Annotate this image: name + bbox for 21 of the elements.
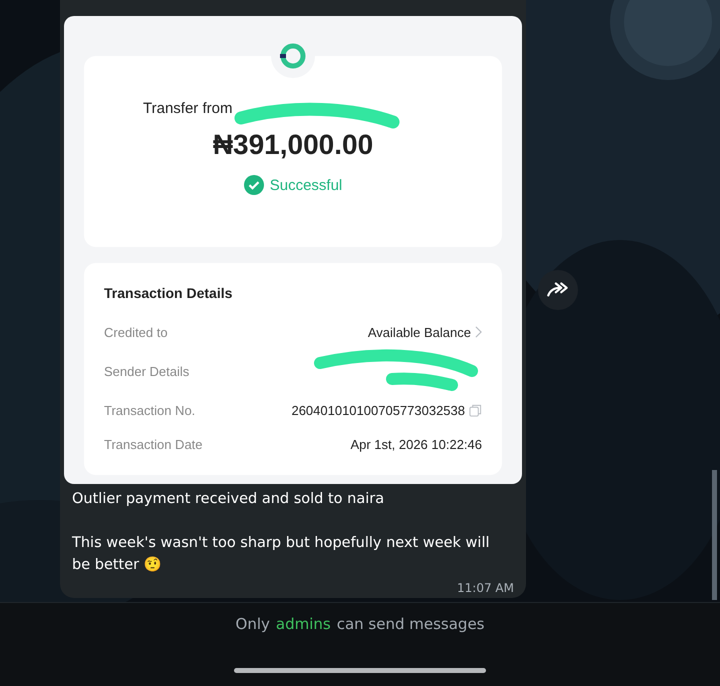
message-text: This week's wasn't too sharp but hopefully next week will be better 🤨 [72,534,490,575]
status-text: Successful [270,176,342,194]
message-text: Outlier payment received and sold to naira [72,490,384,509]
detail-label: Transaction No. [104,402,196,418]
footer-text: can send messages [336,615,484,633]
detail-label: Transaction Date [104,436,204,452]
detail-value[interactable]: Available Balance [368,324,471,340]
detail-label: Sender Details [104,364,190,378]
transfer-title: Transfer from [143,100,232,117]
admins-link[interactable]: admins [276,615,331,633]
detail-value: 260401010100705773032538 [291,402,465,418]
check-icon [244,175,264,195]
home-indicator[interactable] [234,668,486,673]
chevron-icon [475,326,482,338]
copy-icon[interactable] [469,404,482,416]
amount: ₦391,000.00 [212,129,374,161]
message-time: 11:07 AM [457,581,514,595]
details-title: Transaction Details [104,285,234,301]
detail-value: Apr 1st, 2026 10:22:46 [350,436,482,452]
detail-label: Credited to [104,324,169,340]
footer-text: Only [236,615,270,633]
